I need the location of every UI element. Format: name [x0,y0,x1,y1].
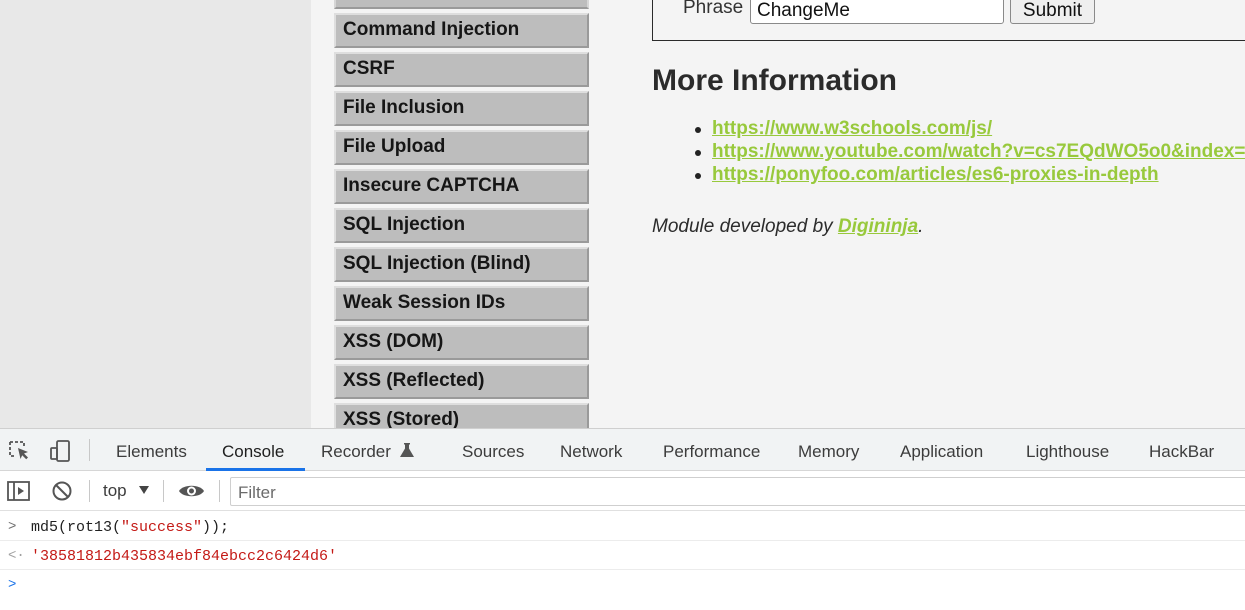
submit-button[interactable]: Submit [1010,0,1095,24]
toolbar-separator [163,480,164,502]
tab-lighthouse[interactable]: Lighthouse [1026,442,1109,462]
tab-memory[interactable]: Memory [798,442,859,462]
list-item: https://www.youtube.com/watch?v=cs7EQdWO… [694,141,1245,164]
console-toolbar: top Filter [0,471,1245,511]
menu-item-partial[interactable] [334,0,589,9]
menu-item-file-upload[interactable]: File Upload [334,130,589,165]
console-prompt-row[interactable]: > [0,570,1245,610]
list-item: https://www.w3schools.com/js/ [694,118,1245,141]
tab-console[interactable]: Console [222,442,284,462]
clear-console-icon[interactable] [51,480,73,502]
console-output: > md5(rot13("success")); <· '38581812b43… [0,512,1245,610]
left-gutter [0,0,311,428]
live-expression-eye-icon[interactable] [178,482,205,500]
menu-item-csrf[interactable]: CSRF [334,52,589,87]
inspect-element-icon[interactable] [8,440,32,462]
menu-item-file-inclusion[interactable]: File Inclusion [334,91,589,126]
sidebar-toggle-icon[interactable] [7,480,31,502]
device-toolbar-icon[interactable] [48,439,72,463]
more-information-heading: More Information [652,64,897,97]
module-credit: Module developed by Digininja. [652,216,923,238]
toolbar-separator [89,439,90,461]
menu-item-xss-stored[interactable]: XSS (Stored) [334,403,589,428]
command-suffix: )); [202,519,230,536]
credit-prefix: Module developed by [652,216,838,237]
tab-performance[interactable]: Performance [663,442,760,462]
console-result: '38581812b435834ebf84ebcc2c6424d6' [31,548,338,565]
toolbar-separator [219,480,220,502]
phrase-input[interactable]: ChangeMe [750,0,1004,24]
credit-suffix: . [918,216,924,237]
tab-hackbar[interactable]: HackBar [1149,442,1214,462]
tab-recorder[interactable]: Recorder [321,442,391,462]
menu-item-sql-injection[interactable]: SQL Injection [334,208,589,243]
prompt-chevron-icon: > [8,519,17,535]
tab-elements[interactable]: Elements [116,442,187,462]
console-result-row: <· '38581812b435834ebf84ebcc2c6424d6' [0,541,1245,570]
web-page: Command Injection CSRF File Inclusion Fi… [0,0,1245,428]
menu-item-command-injection[interactable]: Command Injection [334,13,589,48]
filter-input[interactable]: Filter [230,477,1245,506]
command-prefix: md5(rot13( [31,519,122,536]
menu-item-xss-reflected[interactable]: XSS (Reflected) [334,364,589,399]
toolbar-separator [89,480,90,502]
devtools-panel: Elements Console Recorder Sources Networ… [0,428,1245,610]
menu-item-weak-session-ids[interactable]: Weak Session IDs [334,286,589,321]
more-info-link-list: https://www.w3schools.com/js/ https://ww… [694,118,1245,187]
tab-network[interactable]: Network [560,442,622,462]
tab-sources[interactable]: Sources [462,442,524,462]
recorder-flask-icon [400,443,414,457]
list-item: https://ponyfoo.com/articles/es6-proxies… [694,164,1245,187]
devtools-tab-bar: Elements Console Recorder Sources Networ… [0,429,1245,471]
menu-item-xss-dom[interactable]: XSS (DOM) [334,325,589,360]
chevron-down-icon[interactable] [139,486,149,494]
link-youtube[interactable]: https://www.youtube.com/watch?v=cs7EQdWO… [712,141,1245,162]
console-input-row: > md5(rot13("success")); [0,512,1245,541]
link-w3schools[interactable]: https://www.w3schools.com/js/ [712,118,992,139]
link-ponyfoo[interactable]: https://ponyfoo.com/articles/es6-proxies… [712,164,1159,185]
command-string: "success" [121,519,203,536]
tab-application[interactable]: Application [900,442,983,462]
author-link[interactable]: Digininja [838,216,918,237]
context-selector[interactable]: top [103,481,127,501]
console-command: md5(rot13("success")); [31,519,229,536]
menu-item-sql-injection-blind[interactable]: SQL Injection (Blind) [334,247,589,282]
result-chevron-icon: <· [8,548,25,564]
menu-item-insecure-captcha[interactable]: Insecure CAPTCHA [334,169,589,204]
phrase-label: Phrase [683,0,744,18]
prompt-chevron-icon: > [8,577,17,593]
